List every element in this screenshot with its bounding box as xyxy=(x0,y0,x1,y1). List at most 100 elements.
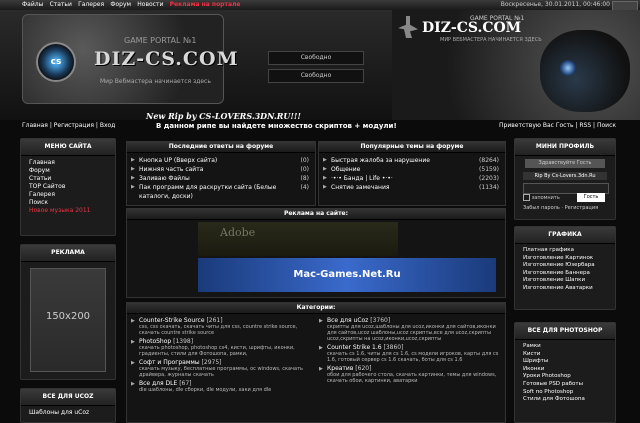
category-count: [3860] xyxy=(383,344,404,351)
top-menu-articles[interactable]: Статьи xyxy=(50,0,72,10)
topic-title: Заливаю Файлы xyxy=(139,175,190,182)
photoshop-link[interactable]: Шрифты xyxy=(523,358,607,366)
category-count: [1398] xyxy=(173,338,194,345)
category-name: Counter-Strike Source xyxy=(139,317,205,324)
forgot-password-link[interactable]: Забыл пароль · Регистрация xyxy=(523,205,598,211)
logo-emblem-text: cs xyxy=(50,57,62,67)
top-menu-ads[interactable]: Реклама на портале xyxy=(170,0,241,10)
graphics-link[interactable]: Платная графика xyxy=(523,247,607,255)
category-description: скачать cs 1.6, читы для cs 1.6, cs моде… xyxy=(327,351,499,363)
top-menu-forum[interactable]: Форум xyxy=(110,0,131,10)
forum-latest-item[interactable]: Кнопка UP (Вверх сайта) (0) xyxy=(131,156,311,165)
ucoz-templates-link[interactable]: Шаблоны для uCoz xyxy=(29,409,107,417)
photoshop-link[interactable]: Кисти xyxy=(523,351,607,359)
photoshop-link[interactable]: Рамки xyxy=(523,343,607,351)
nav-right: Приветствую Вас Гость | RSS | Поиск xyxy=(499,122,616,129)
forum-popular-item[interactable]: ·•·• Банда | Life •·•· (2203) xyxy=(323,174,501,183)
graphics-title: ГРАФИКА xyxy=(515,227,615,244)
site-menu-top-sites[interactable]: TOP Сайтов xyxy=(29,183,107,191)
category-description: скачать музыку, бесплатные программы, ос… xyxy=(139,366,303,378)
photoshop-link[interactable]: Стили для Фотошопа xyxy=(523,396,607,404)
category-description: css, css скачать, скачать читы для css, … xyxy=(139,324,298,336)
topic-title: Пак программ для раскрутки сайта (Белые … xyxy=(139,184,277,200)
top-menu-files[interactable]: Файлы xyxy=(22,0,43,10)
site-menu-search[interactable]: Поиск xyxy=(29,199,107,207)
glowing-eye-image xyxy=(560,60,576,76)
ads-title: РЕКЛАМА xyxy=(21,245,115,262)
nav-home[interactable]: Главная xyxy=(22,122,48,129)
category-count: [3760] xyxy=(370,317,391,324)
site-menu-block: МЕНЮ САЙТА Главная Форум Статьи TOP Сайт… xyxy=(20,138,116,236)
topic-count: (2203) xyxy=(479,175,499,182)
site-menu-articles[interactable]: Статьи xyxy=(29,175,107,183)
rip-ribbon: Rip By Cs-Lovers.3dn.Ru xyxy=(523,172,607,180)
category-name: PhotoShop xyxy=(139,338,172,345)
logo-title[interactable]: DIZ-CS.COM xyxy=(94,48,239,70)
ad-placeholder[interactable]: 150x200 xyxy=(30,268,106,372)
photoshop-link[interactable]: Готовые PSD работы xyxy=(523,381,607,389)
graphics-link[interactable]: Изготовление Картинок xyxy=(523,255,607,263)
top-menu-news[interactable]: Новости xyxy=(137,0,163,10)
forum-latest-item[interactable]: Заливаю Файлы (8) xyxy=(131,174,311,183)
topic-title: Общение xyxy=(331,166,361,173)
site-menu-home[interactable]: Главная xyxy=(29,159,107,167)
forum-popular-item[interactable]: Быстрая жалоба за нарушение (8264) xyxy=(323,156,501,165)
nav-rss[interactable]: RSS xyxy=(579,122,591,129)
forum-latest-item[interactable]: Нижняя часть сайта (0) xyxy=(131,165,311,174)
adobe-banner[interactable]: Adobe xyxy=(198,222,398,256)
topic-title: Кнопка UP (Вверх сайта) xyxy=(139,157,218,164)
graphics-block: ГРАФИКА Платная графика Изготовление Кар… xyxy=(514,226,616,310)
photoshop-link[interactable]: Уроки Photoshop xyxy=(523,373,607,381)
topic-count: (5159) xyxy=(479,166,499,173)
site-menu-gallery[interactable]: Галерея xyxy=(29,191,107,199)
site-menu-forum[interactable]: Форум xyxy=(29,167,107,175)
adobe-banner-text: Adobe xyxy=(220,226,256,239)
graphics-link[interactable]: Изготовление Аватарки xyxy=(523,285,607,293)
category-name: Все для uCoz xyxy=(327,317,369,324)
category-item[interactable]: PhotoShop [1398]скачать photoshop, photo… xyxy=(131,338,313,357)
site-menu-title: МЕНЮ САЙТА xyxy=(21,139,115,156)
category-item[interactable]: Все для uCoz [3760]скрипты для ucoz,шабл… xyxy=(319,317,501,342)
forum-latest-item[interactable]: Пак программ для раскрутки сайта (Белые … xyxy=(131,183,311,201)
topic-count: (0) xyxy=(300,166,310,173)
forum-popular-item[interactable]: Снятие замечания (1134) xyxy=(323,183,501,192)
topic-title: ·•·• Банда | Life •·•· xyxy=(331,175,393,182)
photoshop-link[interactable]: Soft по Photoshop xyxy=(523,389,607,397)
nav-register[interactable]: Регистрация xyxy=(54,122,94,129)
site-menu-new-music[interactable]: Новое музыка 2011 xyxy=(29,207,107,215)
graphics-link[interactable]: Изготовление Юзербара xyxy=(523,262,607,270)
category-item[interactable]: Софт и Программы [2975]скачать музыку, б… xyxy=(131,359,313,378)
category-item[interactable]: Counter-Strike Source [261]css, css скач… xyxy=(131,317,313,336)
category-item[interactable]: Все для DLE [67]dle шаблоны, dle сборки,… xyxy=(131,380,313,393)
category-item[interactable]: Креатив [620]обои для рабочего стола, ск… xyxy=(319,365,501,384)
category-name: Counter Strike 1.6 xyxy=(327,344,382,351)
topic-count: (8264) xyxy=(479,157,499,164)
free-slot-2[interactable]: Свободно xyxy=(268,69,364,83)
photoshop-title: ВСЕ ДЛЯ PHOTOSHOP xyxy=(515,323,615,340)
forum-latest-panel: Последние ответы на форуме Кнопка UP (Вв… xyxy=(126,141,316,206)
topic-count: (4) xyxy=(300,184,310,191)
category-count: [2975] xyxy=(201,359,222,366)
category-name: Все для DLE xyxy=(139,380,178,387)
greeting-bar: Здравствуйте Гость xyxy=(525,159,605,168)
graphics-link[interactable]: Изготовление Баннера xyxy=(523,270,607,278)
mini-profile-block: МИНИ ПРОФИЛЬ Здравствуйте Гость Rip By C… xyxy=(514,138,616,220)
nav-search[interactable]: Поиск xyxy=(597,122,616,129)
category-name: Креатив xyxy=(327,365,354,372)
nav-login[interactable]: Вход xyxy=(100,122,116,129)
ucoz-block: ВСЕ ДЛЯ UCOZ Шаблоны для uCoz xyxy=(20,388,116,423)
forum-latest-title: Последние ответы на форуме xyxy=(127,142,315,153)
remember-checkbox[interactable] xyxy=(523,194,530,201)
remember-label: запомнить xyxy=(531,195,560,201)
forum-popular-item[interactable]: Общение (5159) xyxy=(323,165,501,174)
photoshop-link[interactable]: Иконки xyxy=(523,366,607,374)
category-item[interactable]: Counter Strike 1.6 [3860]скачать cs 1.6,… xyxy=(319,344,501,363)
category-description: скачать photoshop, photoshop cs4, кисти,… xyxy=(139,345,295,357)
mac-games-banner[interactable]: Mac-Games.Net.Ru xyxy=(198,258,496,292)
logo-subtitle: GAME PORTAL №1 xyxy=(124,36,197,45)
free-slot-1[interactable]: Свободно xyxy=(268,51,364,65)
photoshop-block: ВСЕ ДЛЯ PHOTOSHOP Рамки Кисти Шрифты Ико… xyxy=(514,322,616,423)
graphics-link[interactable]: Изготовление Шапки xyxy=(523,277,607,285)
mini-profile-title: МИНИ ПРОФИЛЬ xyxy=(515,139,615,156)
top-menu-gallery[interactable]: Галерея xyxy=(78,0,104,10)
